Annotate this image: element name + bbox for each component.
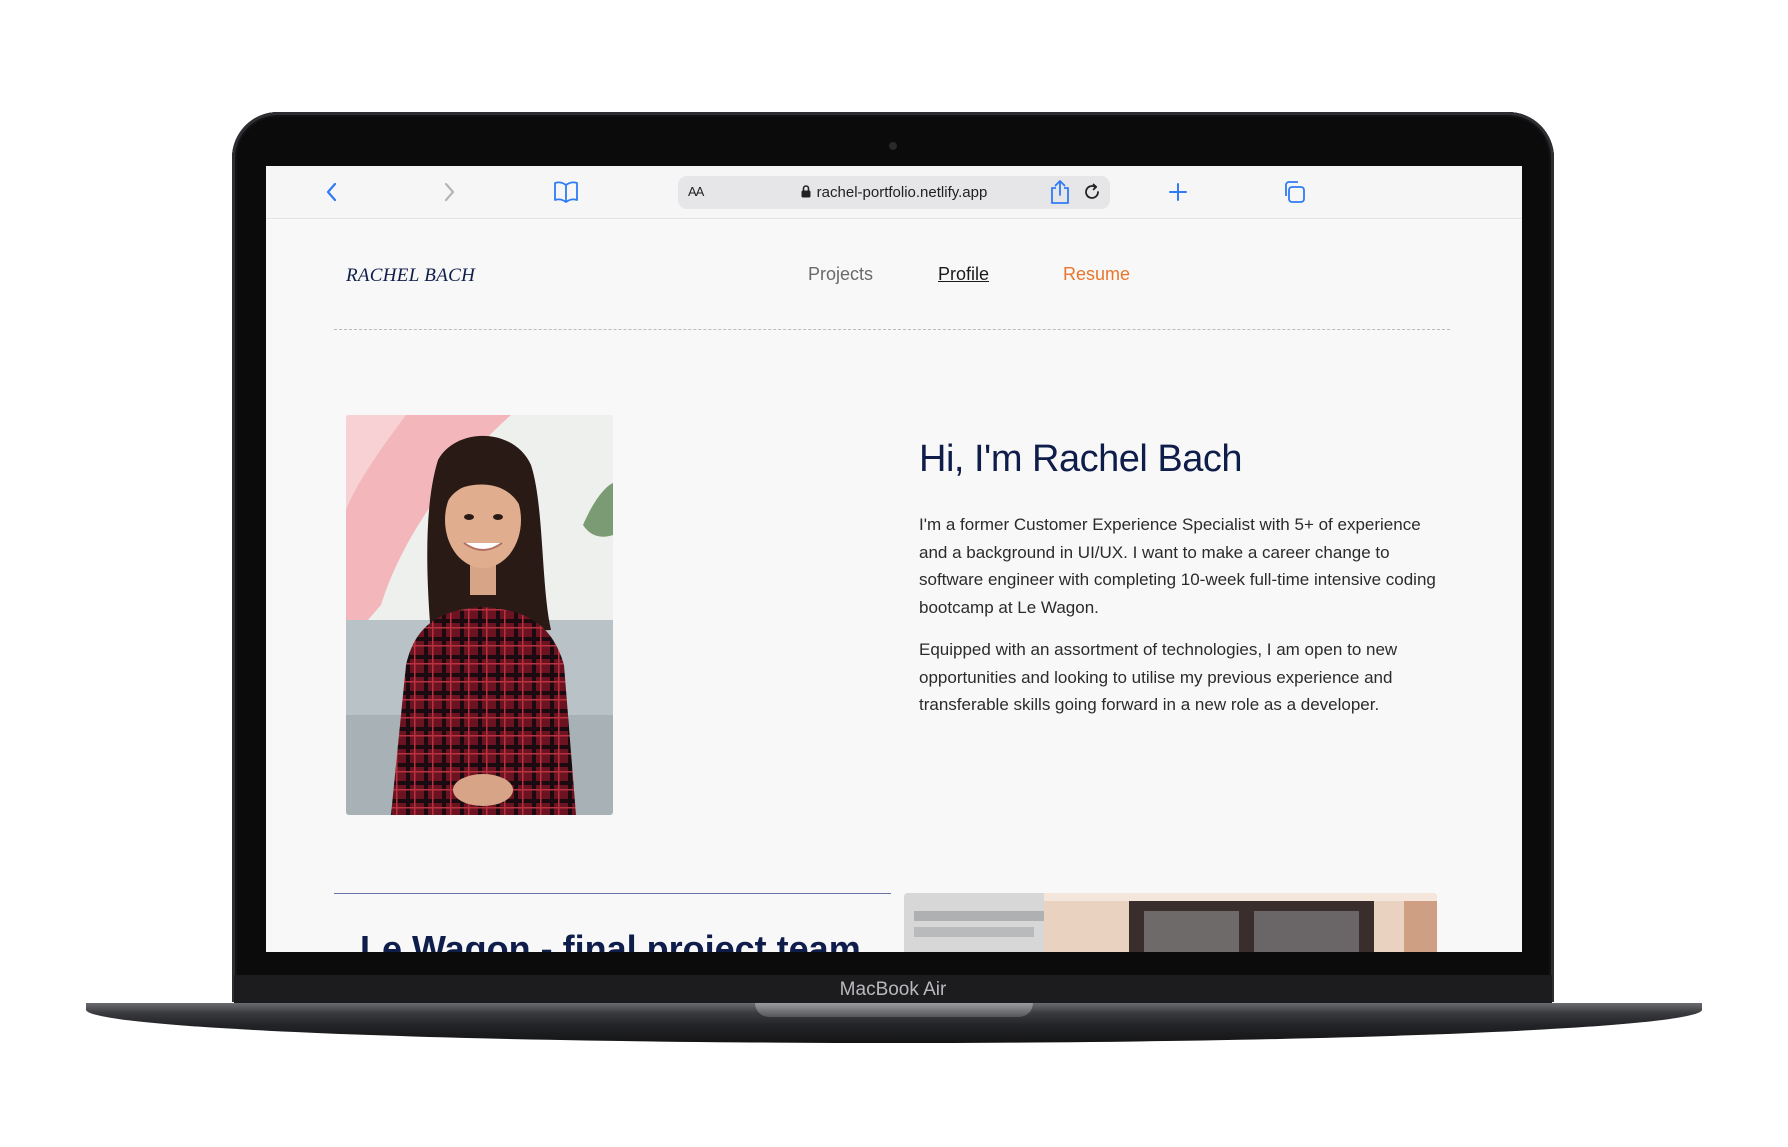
browser-toolbar: AA rachel-portfolio.netlify.app: [266, 166, 1522, 219]
hero-paragraph-2: Equipped with an assortment of technolog…: [919, 640, 1398, 714]
book-icon[interactable]: [550, 176, 582, 208]
reload-icon[interactable]: [1080, 180, 1104, 204]
plus-icon[interactable]: [1162, 176, 1194, 208]
tabs-icon[interactable]: [1278, 176, 1310, 208]
section-title: Le Wagon - final project team: [360, 928, 861, 952]
project-photo: [904, 893, 1437, 952]
browser-screen: AA rachel-portfolio.netlify.app RACHEL B…: [266, 166, 1522, 952]
laptop-chin: MacBook Air: [234, 975, 1552, 1005]
nav-link-projects[interactable]: Projects: [808, 264, 873, 285]
chevron-left-icon[interactable]: [316, 176, 348, 208]
share-icon[interactable]: [1044, 176, 1076, 208]
nav-link-profile[interactable]: Profile: [938, 264, 989, 285]
profile-photo: [346, 415, 613, 815]
header-divider: [334, 329, 1450, 330]
nav-link-resume[interactable]: Resume: [1063, 264, 1130, 285]
hero-title: Hi, I'm Rachel Bach: [919, 438, 1242, 480]
section-divider: [334, 893, 891, 894]
chevron-right-icon[interactable]: [433, 176, 465, 208]
laptop-notch: [755, 1003, 1033, 1017]
hero-paragraph-1: I'm a former Customer Experience Special…: [919, 515, 1436, 617]
camera-dot: [889, 142, 897, 150]
lock-icon: [801, 185, 811, 202]
url-text: rachel-portfolio.netlify.app: [816, 184, 988, 201]
site-logo[interactable]: RACHEL BACH: [346, 265, 475, 287]
